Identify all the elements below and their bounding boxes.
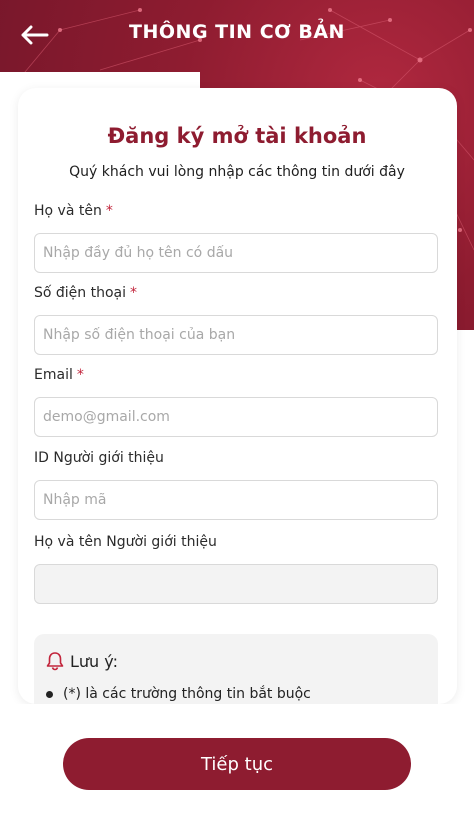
full-name-input[interactable] — [34, 233, 438, 273]
note-header: Lưu ý: — [46, 651, 118, 671]
referrer-name-input — [34, 564, 438, 604]
bell-icon — [46, 652, 64, 671]
email-input[interactable] — [34, 397, 438, 437]
email-label: Email * — [34, 367, 84, 383]
full-name-label: Họ và tên * — [34, 203, 113, 219]
note-title: Lưu ý: — [70, 651, 118, 671]
referrer-id-input[interactable] — [34, 480, 438, 520]
top-bar: THÔNG TIN CƠ BẢN — [0, 0, 474, 72]
note-box — [34, 634, 438, 714]
note-item: (*) là các trường thông tin bắt buộc — [46, 686, 311, 702]
card-subtitle: Quý khách vui lòng nhập các thông tin dư… — [69, 164, 405, 180]
page-title: THÔNG TIN CƠ BẢN — [129, 21, 345, 43]
bullet-icon — [46, 690, 53, 698]
note-item-text: (*) là các trường thông tin bắt buộc — [63, 686, 311, 702]
registration-card — [18, 88, 457, 704]
referrer-name-label: Họ và tên Người giới thiệu — [34, 534, 217, 550]
phone-input[interactable] — [34, 315, 438, 355]
phone-label: Số điện thoại * — [34, 285, 138, 301]
continue-button[interactable]: Tiếp tục — [63, 738, 411, 790]
card-title: Đăng ký mở tài khoản — [107, 124, 367, 148]
referrer-id-label: ID Người giới thiệu — [34, 450, 164, 466]
